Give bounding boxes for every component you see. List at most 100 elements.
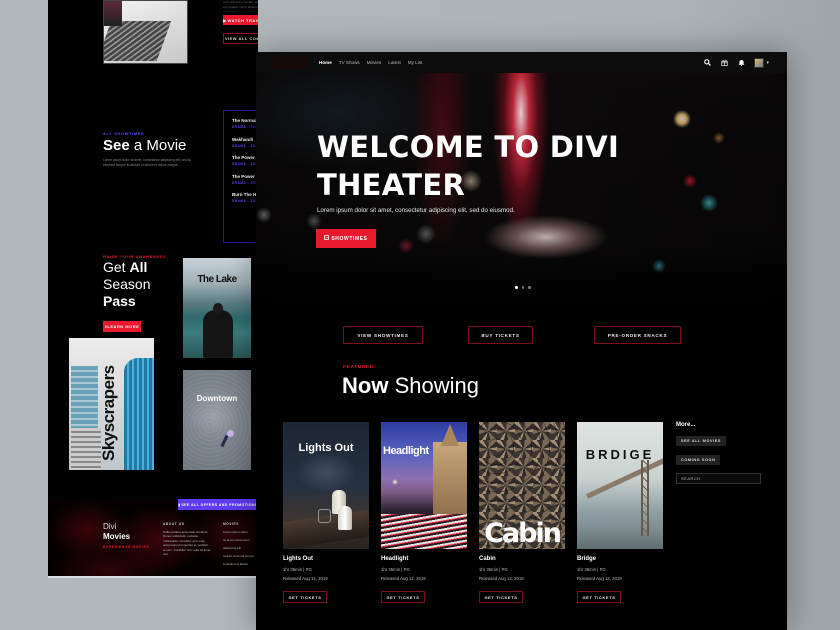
showtime-item[interactable]: The Normal DRAMA - 201 — [232, 118, 258, 137]
footer-link[interactable]: sit amet consectetur — [223, 538, 254, 546]
showtime-item[interactable]: Wakhandi DRAMA - 201 — [232, 137, 258, 156]
search-input[interactable] — [676, 473, 761, 484]
movie-poster[interactable]: Cabin — [479, 422, 565, 549]
poster-decor — [338, 506, 352, 530]
movie-title[interactable]: Headlight — [381, 556, 467, 562]
main-page-window: Home TV Shows Movies Latest My List ▾ WE… — [256, 52, 787, 630]
back-page-window: enim ad minim veniam, quis nostrud exerc… — [48, 0, 258, 578]
walker-figure — [227, 430, 234, 437]
hero-title: WELCOME TO DIVI THEATER — [317, 130, 620, 202]
slide-dot[interactable] — [521, 286, 524, 289]
nav-links: Home TV Shows Movies Latest My List — [319, 52, 422, 73]
movie-poster[interactable]: Lights Out — [283, 422, 369, 549]
movie-title[interactable]: Lights Out — [283, 556, 369, 562]
now-showing-heading: Now Showing — [342, 373, 479, 398]
poster-title: Downtown — [196, 394, 238, 403]
poster-title: BRDIGE — [585, 447, 655, 462]
buy-tickets-button[interactable]: BUY TICKETS — [468, 326, 533, 344]
building-shape — [71, 428, 101, 470]
get-tickets-button[interactable]: GET TICKETS — [283, 591, 327, 603]
showtimes-button[interactable]: SHOWTIMES — [316, 229, 376, 248]
showtimes-eyebrow: ALL SHOWTIMES — [103, 131, 145, 136]
poster-downtown[interactable]: Downtown — [183, 370, 251, 470]
hero-subtitle: Lorem ipsum dolor sit amet, consectetur … — [317, 207, 515, 214]
gift-icon[interactable] — [720, 59, 728, 67]
slide-dot[interactable] — [515, 286, 518, 289]
footer-tagline: EXPERIENCE MOVIES — [103, 545, 150, 549]
footer-link[interactable]: adipiscing elit — [223, 546, 254, 554]
showtime-item[interactable]: The Power DRAMA - 201 — [232, 174, 258, 193]
movie-card: Cabin Cabin 1hr 35min | PG Released Aug 1… — [479, 422, 565, 603]
showtime-item[interactable]: Burn The H DRAMA - 201 — [232, 192, 258, 211]
view-all-coming-soon-button[interactable]: VIEW ALL COMING SOON — [223, 33, 258, 44]
nav-my-list[interactable]: My List — [408, 60, 423, 65]
see-a-movie-heading: See a Movie — [103, 137, 187, 154]
hero-banner: WELCOME TO DIVI THEATER Lorem ipsum dolor… — [256, 73, 787, 313]
get-tickets-button[interactable]: GET TICKETS — [381, 591, 425, 603]
poster-decor — [318, 509, 331, 523]
poster-the-lake[interactable]: The Lake — [183, 258, 251, 358]
film-icon — [324, 235, 330, 242]
nav-icons: ▾ — [703, 52, 769, 73]
movie-title[interactable]: Cabin — [479, 556, 565, 562]
nav-latest[interactable]: Latest — [388, 60, 401, 65]
nav-home[interactable]: Home — [319, 60, 332, 65]
footer-link[interactable]: Lorem ipsum dolor — [223, 530, 254, 538]
footer-brand-line1: Divi — [103, 522, 117, 531]
avatar[interactable] — [754, 57, 765, 68]
movie-meta: 1hr 35min | PG Released Aug 12, 2019 — [577, 567, 622, 581]
poster-decor — [641, 460, 649, 536]
building-shape — [124, 358, 154, 470]
slide-dot[interactable] — [528, 286, 531, 289]
movie-meta: 1hr 35min | PG Released Aug 12, 2019 — [381, 567, 426, 581]
footer-link[interactable]: sed do eiusmod tempor — [223, 554, 254, 562]
poster-title: Lights Out — [298, 442, 354, 454]
bell-icon[interactable] — [737, 59, 745, 67]
logo[interactable] — [272, 56, 308, 69]
footer-movies-links: Lorem ipsum dolor sit amet consectetur a… — [223, 530, 254, 570]
search-icon[interactable] — [703, 59, 711, 67]
watch-trailer-button[interactable]: ▶ WATCH TRAILER — [223, 15, 258, 25]
nav-tv-shows[interactable]: TV Shows — [339, 60, 360, 65]
view-showtimes-button[interactable]: VIEW SHOWTIMES — [343, 326, 423, 344]
page-bottom-strip — [48, 576, 258, 578]
snippet-text: enim ad minim veniam, quis nostrud exerc… — [223, 0, 258, 12]
footer-brand-line2: Movies — [103, 532, 131, 541]
coming-soon-button[interactable]: COMING SOON — [676, 455, 721, 465]
showtime-item[interactable]: The Power DRAMA - 201 — [232, 155, 258, 174]
caret-down-icon[interactable]: ▾ — [766, 60, 769, 66]
see-all-offers-button[interactable]: ▮ SEE ALL OFFERS AND PROMOTIONS — [178, 499, 258, 510]
slider-dots — [515, 286, 531, 289]
poster-decor — [585, 456, 663, 499]
movie-poster[interactable]: Headlight — [381, 422, 467, 549]
pre-order-snacks-button[interactable]: PRE-ORDER SNACKS — [594, 326, 681, 344]
poster-skyscrapers[interactable]: Skyscrapers — [69, 338, 154, 470]
person-silhouette — [203, 303, 233, 358]
see-all-movies-button[interactable]: SEE ALL MOVIES — [676, 436, 727, 446]
footer-about-text: Nulla porttitor accumsan tincidunt. Done… — [163, 530, 211, 557]
poster-title: Headlight — [383, 445, 429, 457]
movie-card: Headlight Headlight 1hr 35min | PG Releas… — [381, 422, 467, 603]
featured-eyebrow: FEATURED — [343, 364, 375, 369]
movie-meta: 1hr 35min | PG Released Aug 12, 2019 — [283, 567, 328, 581]
season-pass-heading: Get All Season Pass — [103, 259, 151, 309]
poster-title: Cabin — [484, 518, 562, 549]
poster-title: The Lake — [197, 274, 237, 285]
footer-about-heading: ABOUT US — [163, 522, 185, 526]
get-tickets-button[interactable]: GET TICKETS — [479, 591, 523, 603]
footer-link[interactable]: incididunt ut labore — [223, 562, 254, 570]
movie-card: Lights Out Lights Out 1hr 35min | PG Rele… — [283, 422, 369, 603]
poster-title: Skyscrapers — [99, 365, 118, 461]
poster-decor — [433, 442, 467, 522]
movie-poster[interactable]: BRDIGE — [577, 422, 663, 549]
learn-more-button[interactable]: # LEARN MORE — [103, 321, 141, 332]
top-nav: Home TV Shows Movies Latest My List ▾ — [256, 52, 787, 73]
nav-movies[interactable]: Movies — [367, 60, 382, 65]
poster-decor — [381, 514, 467, 549]
showtimes-list: The Normal DRAMA - 201 Wakhandi DRAMA - 20… — [223, 110, 258, 243]
movie-title[interactable]: Bridge — [577, 556, 663, 562]
get-tickets-button[interactable]: GET TICKETS — [577, 591, 621, 603]
see-a-movie-description: Lorem ipsum dolor sit amet, consectetur … — [103, 158, 192, 167]
movie-meta: 1hr 35min | PG Released Aug 12, 2019 — [479, 567, 524, 581]
movie-card: BRDIGE Bridge 1hr 35min | PG Released Aug… — [577, 422, 663, 603]
